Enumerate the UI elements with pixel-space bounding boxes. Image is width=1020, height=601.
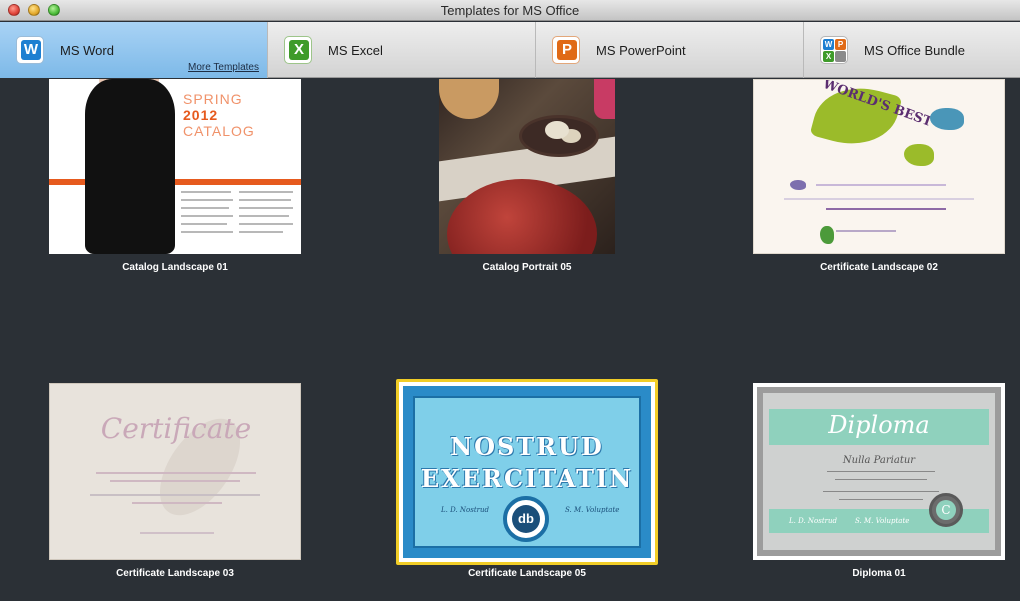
more-templates-link[interactable]: More Templates xyxy=(188,62,259,73)
minimize-window-button[interactable] xyxy=(28,4,40,16)
window-title: Templates for MS Office xyxy=(440,3,580,18)
template-caption: Certificate Landscape 03 xyxy=(116,568,234,579)
excel-icon: X xyxy=(284,36,312,64)
template-thumbnail xyxy=(439,79,615,254)
tab-label: MS Excel xyxy=(328,42,383,58)
template-caption: Certificate Landscape 05 xyxy=(468,568,586,579)
diploma-seal: C xyxy=(929,493,963,527)
template-caption: Catalog Landscape 01 xyxy=(122,262,228,273)
tab-ms-powerpoint[interactable]: P MS PowerPoint xyxy=(536,22,804,78)
template-thumbnail: Certificate xyxy=(49,383,301,560)
template-thumbnail: Diploma Nulla Pariatur L. D. Nostrud S. … xyxy=(753,383,1005,560)
word-icon: W xyxy=(16,36,44,64)
template-caption: Catalog Portrait 05 xyxy=(482,262,572,273)
tab-label: MS PowerPoint xyxy=(596,42,686,58)
template-caption: Diploma 01 xyxy=(852,568,906,579)
powerpoint-icon: P xyxy=(552,36,580,64)
close-window-button[interactable] xyxy=(8,4,20,16)
zoom-window-button[interactable] xyxy=(48,4,60,16)
template-thumbnail: NOSTRUD EXERCITATIN L. D. Nostrud S. M. … xyxy=(399,382,655,562)
award-badge: db xyxy=(503,496,549,542)
tab-ms-office-bundle[interactable]: W P X MS Office Bundle xyxy=(804,22,1020,78)
tab-ms-word[interactable]: W MS Word More Templates xyxy=(0,22,268,78)
title-bar: Templates for MS Office xyxy=(0,0,1020,21)
template-thumbnail: SPRING 2012 CATALOG xyxy=(49,79,301,254)
template-thumbnail: WORLD'S BEST xyxy=(753,79,1005,254)
template-caption: Certificate Landscape 02 xyxy=(820,262,938,273)
app-tab-bar: W MS Word More Templates X MS Excel P MS… xyxy=(0,22,1020,78)
tab-label: MS Office Bundle xyxy=(864,42,965,58)
office-bundle-icon: W P X xyxy=(820,36,848,64)
window-controls xyxy=(8,4,60,16)
tab-label: MS Word xyxy=(60,42,114,58)
template-grid: SPRING 2012 CATALOG Catalog Landscape 01 xyxy=(0,79,1020,601)
tab-ms-excel[interactable]: X MS Excel xyxy=(268,22,536,78)
